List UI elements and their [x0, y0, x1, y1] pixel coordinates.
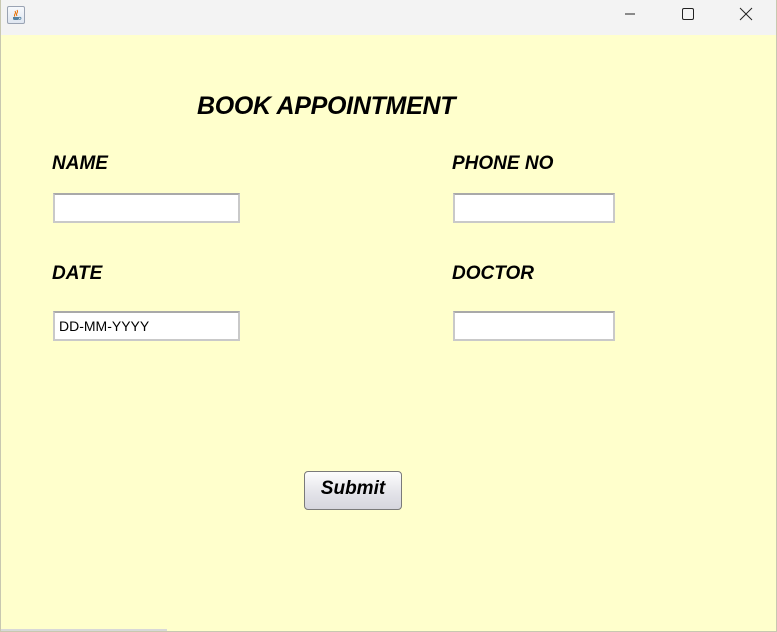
phone-label: PHONE NO [452, 153, 554, 174]
bottom-edge [1, 629, 167, 631]
title-bar[interactable] [1, 0, 776, 35]
java-icon[interactable] [7, 6, 25, 24]
doctor-label: DOCTOR [452, 263, 534, 284]
page-title: BOOK APPOINTMENT [197, 92, 456, 120]
phone-field[interactable] [453, 193, 615, 223]
date-field[interactable] [53, 311, 240, 341]
submit-button[interactable]: Submit [304, 471, 402, 510]
name-label: NAME [52, 153, 108, 174]
close-icon [739, 7, 753, 26]
app-window: BOOK APPOINTMENT NAME PHONE NO DATE DOCT… [0, 0, 777, 632]
name-field[interactable] [53, 193, 240, 223]
minimize-button[interactable] [601, 0, 659, 32]
minimize-icon [624, 7, 636, 25]
maximize-button[interactable] [659, 0, 717, 32]
doctor-field[interactable] [453, 311, 615, 341]
date-label: DATE [52, 263, 103, 284]
close-button[interactable] [717, 0, 775, 32]
maximize-icon [682, 7, 694, 25]
